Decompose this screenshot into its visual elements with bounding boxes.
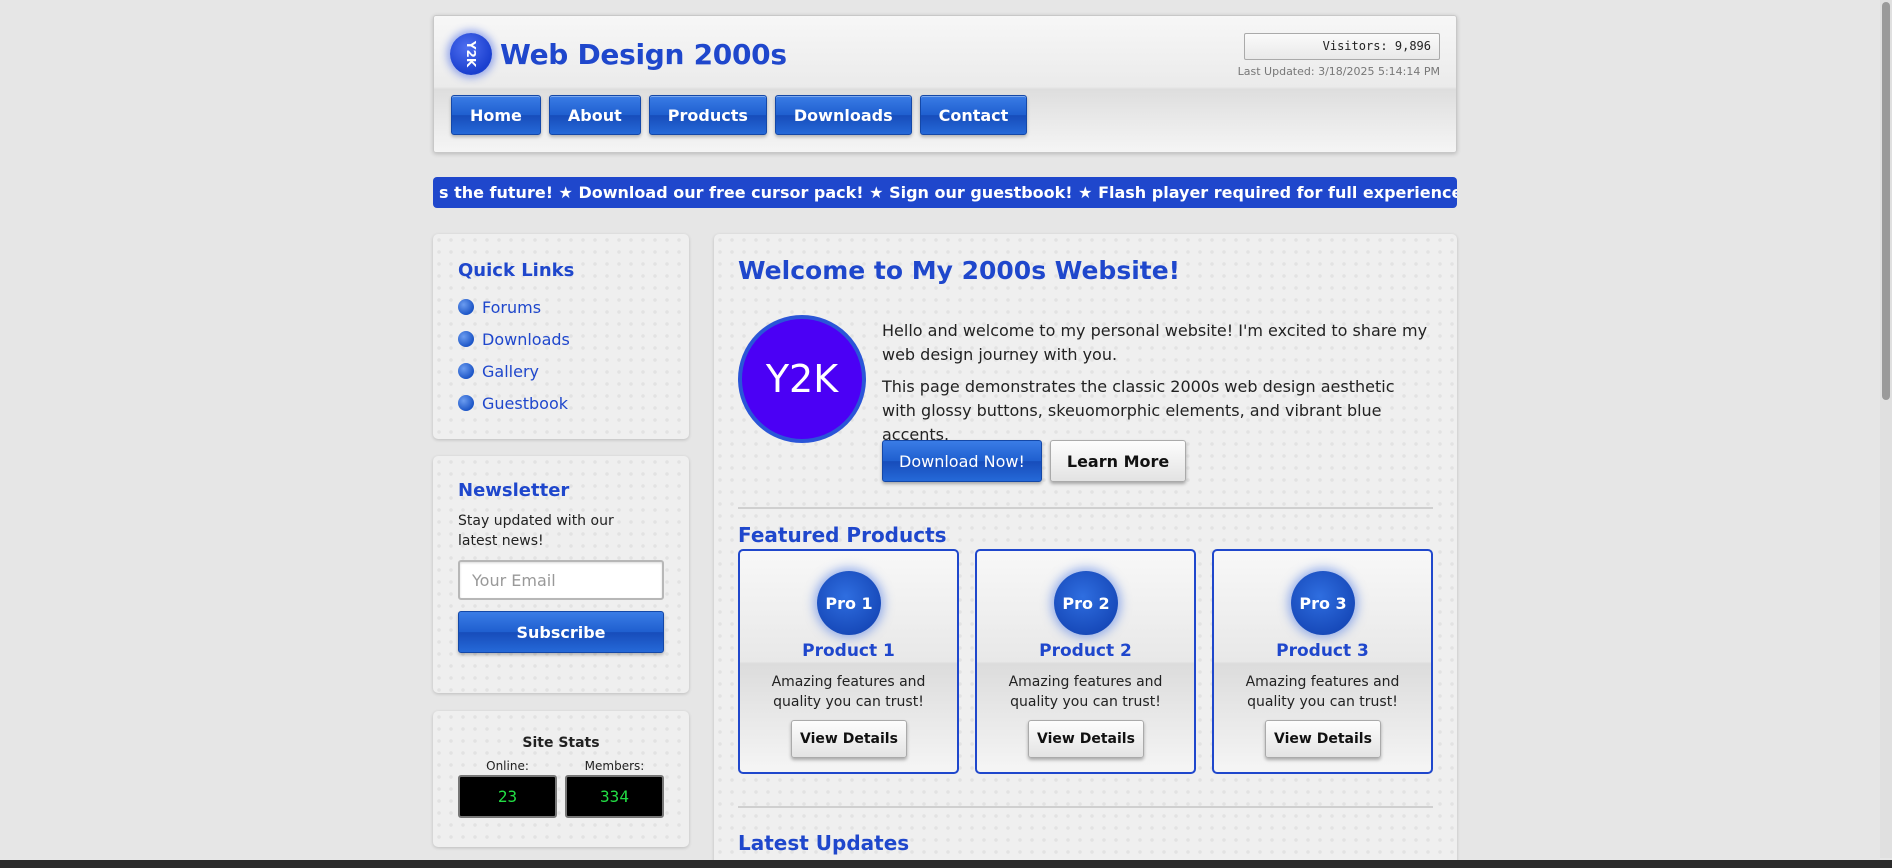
scrollbar-thumb[interactable] xyxy=(1882,2,1890,400)
newsletter-panel: Newsletter Stay updated with our latest … xyxy=(433,456,689,693)
site-title: Web Design 2000s xyxy=(500,37,787,71)
product-badge: Pro 3 xyxy=(1291,571,1355,635)
newsletter-title: Newsletter xyxy=(458,480,570,501)
product-desc: Amazing features and quality you can tru… xyxy=(771,674,926,710)
divider xyxy=(738,806,1433,808)
bullet-icon xyxy=(458,395,474,411)
product-badge: Pro 2 xyxy=(1054,571,1118,635)
bullet-icon xyxy=(458,299,474,315)
view-details-button[interactable]: View Details xyxy=(1028,720,1144,758)
marquee-text: s the future! ★ Download our free cursor… xyxy=(439,183,1457,202)
view-details-button[interactable]: View Details xyxy=(1265,720,1381,758)
online-label: Online: xyxy=(486,759,529,773)
intro-paragraph-1: Hello and welcome to my personal website… xyxy=(882,321,1428,364)
email-input[interactable]: Your Email xyxy=(458,560,664,600)
nav-downloads[interactable]: Downloads xyxy=(774,95,912,135)
news-marquee: s the future! ★ Download our free cursor… xyxy=(433,177,1457,208)
nav-about[interactable]: About xyxy=(548,95,641,135)
learn-more-button[interactable]: Learn More xyxy=(1049,440,1187,482)
online-value: 23 xyxy=(458,775,557,818)
subscribe-button[interactable]: Subscribe xyxy=(458,611,664,653)
view-details-button[interactable]: View Details xyxy=(791,720,907,758)
stats-row: Online: 23 Members: 334 xyxy=(458,759,664,818)
y2k-badge: Y2K xyxy=(738,315,866,443)
last-updated: Last Updated: 3/18/2025 5:14:14 PM xyxy=(1237,65,1440,78)
quick-link-downloads[interactable]: Downloads xyxy=(458,323,664,355)
site-header: Y2K Web Design 2000s Visitors: 9,896 Las… xyxy=(433,15,1457,153)
members-label: Members: xyxy=(584,759,645,773)
product-badge: Pro 1 xyxy=(817,571,881,635)
product-desc: Amazing features and quality you can tru… xyxy=(1245,674,1400,710)
divider xyxy=(738,507,1433,509)
site-stats-title: Site Stats xyxy=(522,735,600,751)
logo[interactable]: Y2K Web Design 2000s xyxy=(450,33,787,75)
stat-online: Online: 23 xyxy=(458,759,557,818)
stat-members: Members: 334 xyxy=(565,759,664,818)
product-card: Pro 2 Product 2 Amazing features and qua… xyxy=(975,549,1196,774)
quick-links-title: Quick Links xyxy=(458,260,575,281)
bottom-bar xyxy=(0,860,1892,868)
bullet-icon xyxy=(458,363,474,379)
quick-links-list: Forums Downloads Gallery Guestbook xyxy=(458,291,664,419)
cta-buttons: Download Now! Learn More xyxy=(882,440,1187,482)
intro-paragraph-2: This page demonstrates the classic 2000s… xyxy=(882,377,1395,444)
product-name: Product 2 xyxy=(1039,641,1132,661)
product-name: Product 3 xyxy=(1276,641,1369,661)
product-name: Product 1 xyxy=(802,641,895,661)
site-stats-panel: Site Stats Online: 23 Members: 334 xyxy=(433,711,689,847)
product-desc: Amazing features and quality you can tru… xyxy=(1008,674,1163,710)
nav-products[interactable]: Products xyxy=(648,95,767,135)
quick-link-gallery[interactable]: Gallery xyxy=(458,355,664,387)
main-content: Welcome to My 2000s Website! Y2K Hello a… xyxy=(714,234,1457,868)
product-card: Pro 1 Product 1 Amazing features and qua… xyxy=(738,549,959,774)
quick-link-guestbook[interactable]: Guestbook xyxy=(458,387,664,419)
quick-link-forums[interactable]: Forums xyxy=(458,291,664,323)
latest-updates-title: Latest Updates xyxy=(738,831,910,855)
nav-contact[interactable]: Contact xyxy=(919,95,1028,135)
newsletter-text: Stay updated with our latest news! xyxy=(458,513,614,549)
members-value: 334 xyxy=(565,775,664,818)
quick-links-panel: Quick Links Forums Downloads Gallery Gue… xyxy=(433,234,689,439)
logo-icon: Y2K xyxy=(450,33,492,75)
featured-products-title: Featured Products xyxy=(738,523,947,547)
bullet-icon xyxy=(458,331,474,347)
download-now-button[interactable]: Download Now! xyxy=(882,440,1042,482)
products-grid: Pro 1 Product 1 Amazing features and qua… xyxy=(738,549,1433,774)
welcome-title: Welcome to My 2000s Website! xyxy=(738,256,1181,285)
main-nav: Home About Products Downloads Contact xyxy=(451,95,1028,135)
nav-home[interactable]: Home xyxy=(451,95,541,135)
product-card: Pro 3 Product 3 Amazing features and qua… xyxy=(1212,549,1433,774)
intro-text: Hello and welcome to my personal website… xyxy=(882,319,1432,447)
page-container: Y2K Web Design 2000s Visitors: 9,896 Las… xyxy=(433,15,1457,868)
visitor-counter: Visitors: 9,896 xyxy=(1244,33,1440,60)
page-scrollbar[interactable] xyxy=(1880,0,1892,858)
